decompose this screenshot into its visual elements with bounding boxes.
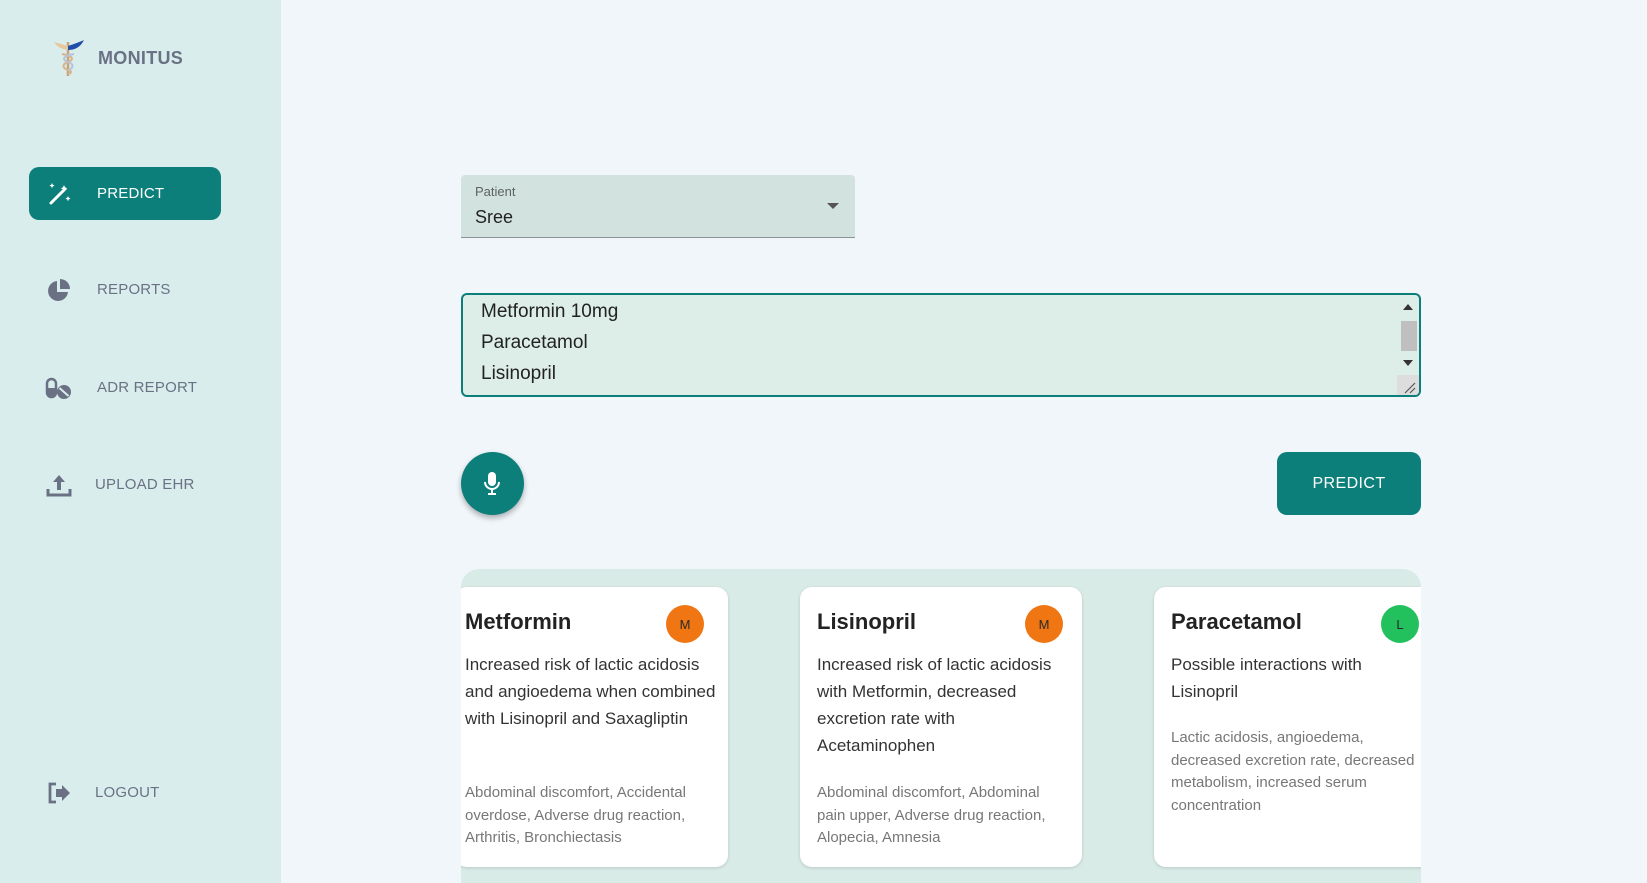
medication-line: Metformin 10mg: [481, 301, 619, 322]
card-side-effects: Lactic acidosis, angioedema, decreased e…: [1171, 729, 1415, 814]
card-drug-name: Metformin: [465, 609, 572, 634]
result-card-lisinopril: Lisinopril M Increased risk of lactic ac…: [800, 587, 1082, 867]
card-description: Increased risk of lactic acidosis and an…: [465, 655, 716, 728]
caduceus-logo-icon: [54, 40, 84, 76]
pills-icon: [45, 377, 71, 399]
sidebar-item-predict[interactable]: PREDICT: [29, 167, 221, 220]
results-panel: Metformin M Increased risk of lactic aci…: [461, 569, 1421, 883]
sidebar-item-label: PREDICT: [97, 185, 165, 202]
app-name: MONITUS: [98, 47, 184, 68]
risk-badge: M: [1025, 605, 1063, 643]
microphone-button[interactable]: [461, 452, 524, 515]
card-drug-name: Paracetamol: [1171, 609, 1302, 634]
sidebar-item-adr-report[interactable]: ADR REPORT: [29, 361, 221, 414]
card-description: Increased risk of lactic acidosis with M…: [817, 655, 1052, 755]
medications-textarea[interactable]: Metformin 10mg Paracetamol Lisinopril: [461, 293, 1421, 397]
sidebar-item-label: ADR REPORT: [97, 379, 198, 396]
predict-button[interactable]: PREDICT: [1277, 452, 1421, 515]
app-logo: MONITUS: [50, 38, 183, 78]
card-description: Possible interactions with Lisinopril: [1171, 655, 1362, 701]
patient-value: Sree: [475, 207, 514, 227]
logout-button[interactable]: LOGOUT: [29, 766, 221, 819]
magic-wand-icon: [49, 183, 71, 205]
upload-icon: [46, 475, 72, 497]
logout-label: LOGOUT: [95, 784, 160, 801]
sidebar-item-label: UPLOAD EHR: [95, 476, 195, 493]
result-card-paracetamol: Paracetamol L Possible interactions with…: [1154, 587, 1421, 867]
sidebar-item-label: REPORTS: [97, 281, 171, 298]
microphone-icon: [484, 472, 500, 495]
patient-label: Patient: [475, 184, 516, 199]
patient-select[interactable]: Patient Sree: [461, 175, 855, 238]
risk-badge: L: [1381, 605, 1419, 643]
card-side-effects: Abdominal discomfort, Accidental overdos…: [465, 784, 686, 846]
medication-line: Paracetamol: [481, 332, 588, 353]
risk-badge: M: [666, 605, 704, 643]
result-card-metformin: Metformin M Increased risk of lactic aci…: [461, 587, 728, 867]
resize-grip-icon: [1404, 382, 1416, 394]
medication-line: Lisinopril: [481, 363, 556, 384]
sidebar-item-reports[interactable]: REPORTS: [29, 263, 221, 316]
card-drug-name: Lisinopril: [817, 609, 916, 634]
scroll-thumb[interactable]: [1401, 321, 1417, 351]
dropdown-arrow-icon: [827, 203, 839, 209]
logout-icon: [48, 782, 70, 804]
sidebar-item-upload-ehr[interactable]: UPLOAD EHR: [29, 458, 221, 511]
scroll-down-arrow-icon[interactable]: [1403, 360, 1413, 366]
pie-chart-icon: [48, 279, 70, 301]
card-side-effects: Abdominal discomfort, Abdominal pain upp…: [817, 784, 1046, 846]
resize-handle[interactable]: [1397, 375, 1419, 395]
scroll-up-arrow-icon[interactable]: [1403, 304, 1413, 310]
sidebar: MONITUS PREDICT REPORTS ADR REPORT UPLOA…: [0, 0, 281, 883]
